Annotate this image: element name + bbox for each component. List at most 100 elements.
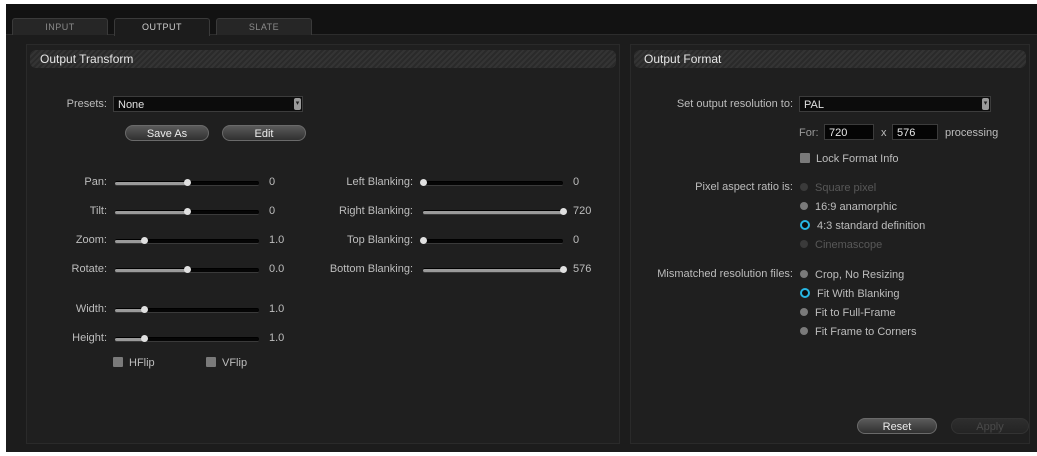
tab-output[interactable]: OUTPUT bbox=[114, 18, 210, 36]
slider-handle[interactable] bbox=[420, 179, 427, 186]
transform-slider[interactable] bbox=[115, 179, 259, 186]
save-as-button[interactable]: Save As bbox=[125, 125, 209, 141]
pixel-aspect-label: Pixel aspect ratio is: bbox=[695, 181, 793, 193]
tab-slate[interactable]: SLATE bbox=[216, 18, 312, 35]
checkbox-box-icon bbox=[206, 357, 216, 368]
slider-handle[interactable] bbox=[560, 208, 567, 215]
slider-handle[interactable] bbox=[184, 266, 191, 273]
radio-button-icon bbox=[800, 270, 808, 279]
slider-handle[interactable] bbox=[560, 266, 567, 273]
output-transform-panel: Output Transform Presets: None ▾ Save As… bbox=[26, 44, 620, 444]
mismatched-option-label: Fit Frame to Corners bbox=[815, 326, 917, 338]
vflip-label: VFlip bbox=[222, 357, 248, 369]
slider-fill bbox=[115, 269, 187, 272]
for-label: For: bbox=[799, 127, 819, 139]
resolution-label: Set output resolution to: bbox=[676, 98, 793, 110]
transform-slider[interactable] bbox=[115, 306, 259, 313]
width-input[interactable]: 720 bbox=[824, 124, 874, 140]
slider-handle[interactable] bbox=[140, 306, 148, 313]
x-label: x bbox=[881, 127, 887, 139]
edit-button[interactable]: Edit bbox=[222, 125, 306, 141]
checkbox-box-icon bbox=[113, 357, 123, 368]
blanking-slider[interactable] bbox=[420, 237, 563, 244]
transform-slider-label: Pan: bbox=[84, 176, 107, 188]
transform-slider[interactable] bbox=[115, 266, 259, 273]
blanking-slider-label: Left Blanking: bbox=[346, 176, 413, 188]
transform-slider[interactable] bbox=[115, 208, 259, 215]
slider-fill bbox=[115, 182, 187, 185]
radio-button-icon bbox=[800, 308, 808, 317]
pixel-aspect-option[interactable]: 4:3 standard definition bbox=[800, 219, 925, 233]
slider-handle[interactable] bbox=[184, 208, 191, 215]
presets-dropdown[interactable]: None ▾ bbox=[113, 96, 303, 112]
blanking-slider-value: 720 bbox=[573, 205, 592, 217]
slider-handle[interactable] bbox=[140, 237, 148, 244]
blanking-slider-label: Top Blanking: bbox=[346, 234, 413, 246]
presets-label: Presets: bbox=[66, 98, 107, 110]
radio-button-icon bbox=[800, 202, 808, 211]
pixel-aspect-option: Cinemascope bbox=[800, 238, 882, 252]
resolution-value: PAL bbox=[804, 99, 824, 111]
transform-slider-label: Zoom: bbox=[75, 234, 107, 246]
pixel-aspect-option-label: 16:9 anamorphic bbox=[815, 201, 897, 213]
pixel-aspect-option-label: Cinemascope bbox=[815, 239, 883, 251]
hflip-checkbox[interactable]: HFlip bbox=[113, 356, 155, 370]
processing-label: processing bbox=[945, 127, 999, 139]
radio-button-icon bbox=[800, 288, 810, 299]
transform-slider-label: Tilt: bbox=[89, 205, 107, 217]
tab-input[interactable]: INPUT bbox=[12, 18, 108, 35]
blanking-slider[interactable] bbox=[423, 266, 567, 273]
mismatched-option[interactable]: Fit With Blanking bbox=[800, 287, 900, 301]
transform-slider-label: Rotate: bbox=[71, 263, 107, 275]
mismatched-option[interactable]: Crop, No Resizing bbox=[800, 268, 904, 282]
slider-handle[interactable] bbox=[184, 179, 191, 186]
radio-button-icon bbox=[800, 327, 808, 336]
mismatched-option[interactable]: Fit to Full-Frame bbox=[800, 306, 896, 320]
blanking-slider[interactable] bbox=[423, 208, 567, 215]
lock-format-label: Lock Format Info bbox=[816, 153, 899, 165]
tab-bar: INPUT OUTPUT SLATE bbox=[6, 4, 1037, 36]
slider-handle[interactable] bbox=[140, 335, 148, 342]
pixel-aspect-option-label: 4:3 standard definition bbox=[817, 220, 926, 232]
vflip-checkbox[interactable]: VFlip bbox=[206, 356, 247, 370]
output-format-panel: Output Format Set output resolution to: … bbox=[630, 44, 1030, 444]
slider-fill bbox=[115, 211, 187, 214]
blanking-slider-value: 0 bbox=[573, 176, 580, 188]
slider-fill bbox=[115, 309, 144, 312]
chevron-down-icon: ▾ bbox=[982, 98, 989, 110]
output-settings-window: INPUT OUTPUT SLATE Output Transform Pres… bbox=[6, 4, 1037, 452]
height-input[interactable]: 576 bbox=[892, 124, 938, 140]
transform-slider[interactable] bbox=[115, 237, 259, 244]
transform-slider-label: Width: bbox=[75, 303, 107, 315]
transform-slider-value: 0 bbox=[269, 176, 276, 188]
mismatched-option-label: Crop, No Resizing bbox=[815, 269, 905, 281]
apply-button[interactable]: Apply bbox=[951, 418, 1029, 434]
blanking-slider-value: 576 bbox=[573, 263, 592, 275]
hflip-label: HFlip bbox=[129, 357, 155, 369]
slider-fill bbox=[423, 211, 563, 214]
transform-slider-value: 1.0 bbox=[269, 303, 285, 315]
slider-fill bbox=[115, 240, 144, 243]
lock-format-checkbox[interactable]: Lock Format Info bbox=[800, 152, 899, 166]
resolution-dropdown[interactable]: PAL ▾ bbox=[799, 96, 991, 112]
radio-button-icon bbox=[800, 240, 808, 249]
mismatched-option-label: Fit With Blanking bbox=[817, 288, 900, 300]
slider-fill bbox=[115, 338, 144, 341]
chevron-down-icon: ▾ bbox=[294, 98, 301, 110]
pixel-aspect-option-label: Square pixel bbox=[815, 182, 877, 194]
checkbox-box-icon bbox=[800, 153, 810, 164]
pixel-aspect-option[interactable]: 16:9 anamorphic bbox=[800, 200, 897, 214]
blanking-slider-label: Bottom Blanking: bbox=[329, 263, 413, 275]
transform-slider-value: 1.0 bbox=[269, 332, 285, 344]
blanking-slider-value: 0 bbox=[573, 234, 580, 246]
transform-slider-value: 0 bbox=[269, 205, 276, 217]
reset-button[interactable]: Reset bbox=[857, 418, 937, 434]
transform-slider[interactable] bbox=[115, 335, 259, 342]
blanking-slider[interactable] bbox=[420, 179, 563, 186]
slider-handle[interactable] bbox=[420, 237, 427, 244]
pixel-aspect-option: Square pixel bbox=[800, 181, 876, 195]
radio-button-icon bbox=[800, 183, 808, 192]
slider-fill bbox=[423, 269, 563, 272]
radio-button-icon bbox=[800, 220, 810, 231]
mismatched-option[interactable]: Fit Frame to Corners bbox=[800, 325, 916, 339]
